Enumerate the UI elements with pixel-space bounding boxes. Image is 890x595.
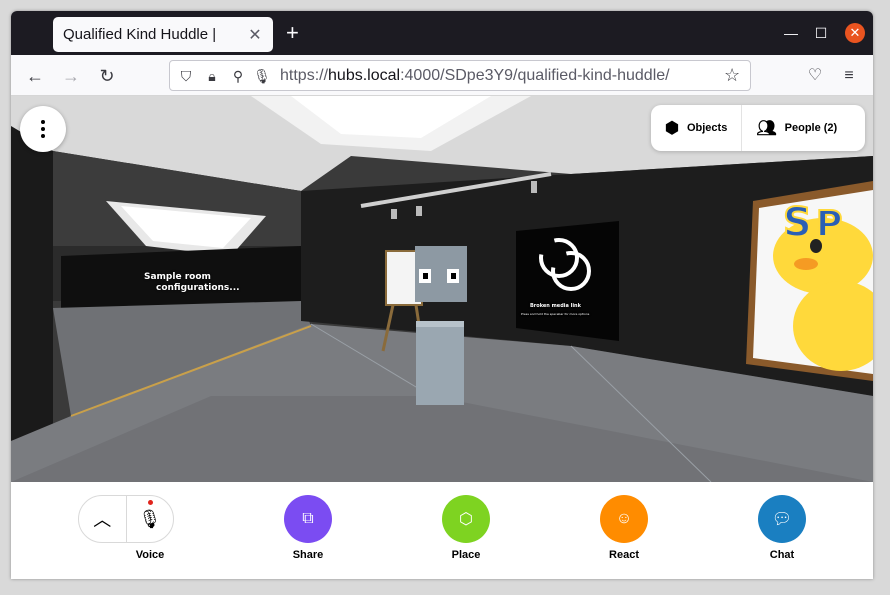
svg-text:S: S <box>783 200 812 246</box>
hamburger-menu-icon[interactable]: ≡ <box>837 64 861 88</box>
smiley-icon: ☺ <box>615 510 633 527</box>
voice-control-group: ︿ 🎙︎ <box>78 495 174 543</box>
nav-toolbar: ← → ↻ ⛉ 🔒︎ ⚲ 🎙︎ https://hubs.local:4000/… <box>11 55 873 96</box>
share-label: Share <box>292 549 324 561</box>
cube-icon: ⬡ <box>459 511 473 528</box>
bookmark-star-icon[interactable]: ☆ <box>724 65 740 86</box>
top-right-panel: ⬢ Objects 👥︎ People (2) <box>651 105 865 151</box>
objects-button[interactable]: ⬢ Objects <box>651 105 741 151</box>
react-button[interactable]: ☺ <box>600 495 648 543</box>
back-arrow-icon[interactable]: ← <box>23 64 47 88</box>
people-label: People (2) <box>784 122 838 134</box>
room-sign-line1: Sample room <box>144 272 211 282</box>
tab-strip: Qualified Kind Huddle | ✕ + — ☐ ✕ <box>11 11 873 55</box>
chat-label: Chat <box>769 549 795 561</box>
svg-text:P: P <box>816 204 842 245</box>
tab-close-icon[interactable]: ✕ <box>247 25 263 45</box>
objects-label: Objects <box>686 122 728 134</box>
room-scene-canvas[interactable]: S P Sample room configurations... Broken… <box>11 96 873 482</box>
voice-options-button[interactable]: ︿ <box>79 496 126 542</box>
url-bar[interactable]: ⛉ 🔒︎ ⚲ 🎙︎ https://hubs.local:4000/SDpe3Y… <box>169 60 751 91</box>
room-sign-line2: configurations... <box>156 283 240 293</box>
new-tab-button[interactable]: + <box>286 21 299 45</box>
broken-media-title: Broken media link <box>530 303 581 309</box>
room-render: S P <box>11 96 873 482</box>
people-icon: 👥︎ <box>756 120 777 137</box>
permissions-icon[interactable]: ⚲ <box>228 66 248 86</box>
broken-media-subtitle: Press and hold the spacebar for more opt… <box>521 312 590 316</box>
place-button[interactable]: ⬡ <box>442 495 490 543</box>
mic-status-dot <box>148 500 153 505</box>
chat-button[interactable]: 💬︎ <box>758 495 806 543</box>
mic-muted-icon: 🎙︎ <box>138 508 162 529</box>
voice-label: Voice <box>135 549 165 561</box>
place-label: Place <box>451 549 481 561</box>
browser-tab[interactable]: Qualified Kind Huddle | ✕ <box>53 17 273 52</box>
window-close-icon[interactable]: ✕ <box>845 23 865 43</box>
chevron-up-icon: ︿ <box>93 510 112 530</box>
chat-bubble-icon: 💬︎ <box>771 511 793 528</box>
bottom-toolbar: ︿ 🎙︎ Voice ⧉ Share ⬡ Place ☺ React 💬︎ Ch… <box>11 482 873 579</box>
shield-icon[interactable]: ⛉ <box>176 66 196 86</box>
cubes-icon: ⬢ <box>665 120 679 137</box>
lock-icon[interactable]: 🔒︎ <box>202 66 222 86</box>
minimize-icon[interactable]: — <box>781 23 801 43</box>
pocket-icon[interactable]: ♡ <box>803 64 827 88</box>
forward-arrow-icon[interactable]: → <box>59 64 83 88</box>
screen-share-icon: ⧉ <box>302 510 314 527</box>
reload-icon[interactable]: ↻ <box>95 64 119 88</box>
share-button[interactable]: ⧉ <box>284 495 332 543</box>
maximize-icon[interactable]: ☐ <box>811 23 831 43</box>
vertical-dots-icon <box>41 120 45 138</box>
url-text[interactable]: https://hubs.local:4000/SDpe3Y9/qualifie… <box>280 67 670 85</box>
browser-window: Qualified Kind Huddle | ✕ + — ☐ ✕ ← → ↻ … <box>11 11 873 579</box>
react-label: React <box>609 549 639 561</box>
tab-title: Qualified Kind Huddle | <box>63 26 217 43</box>
people-button[interactable]: 👥︎ People (2) <box>742 105 851 151</box>
more-menu-button[interactable] <box>20 106 66 152</box>
mic-blocked-icon[interactable]: 🎙︎ <box>252 66 272 86</box>
